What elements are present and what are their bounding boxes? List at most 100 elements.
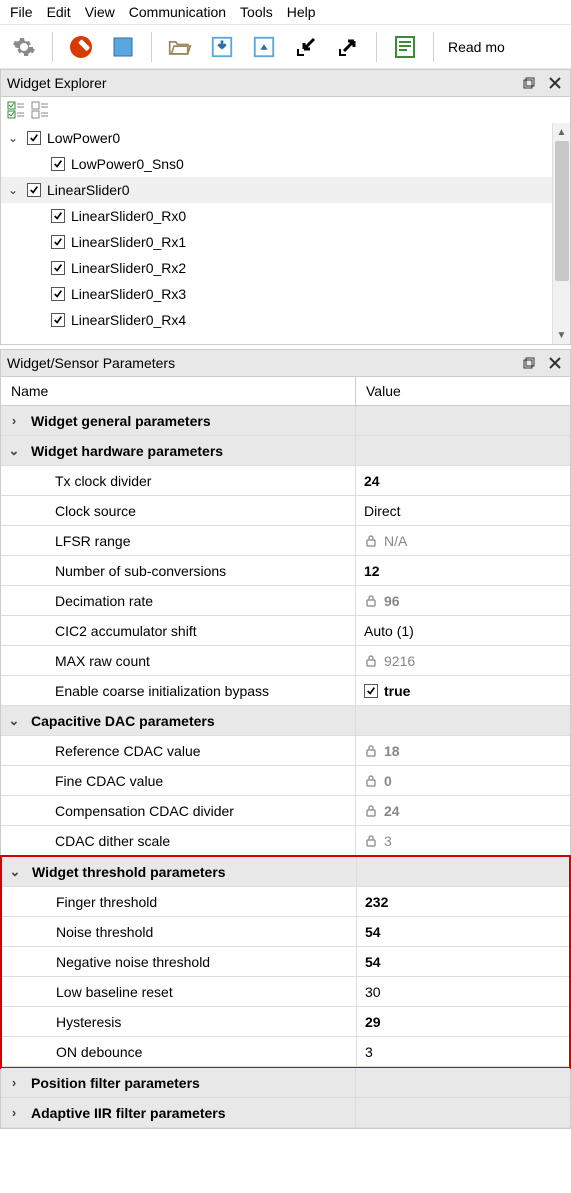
param-value: 3	[384, 833, 392, 849]
param-row[interactable]: Low baseline reset 30	[2, 977, 569, 1007]
param-group[interactable]: ⌄Widget threshold parameters	[2, 857, 569, 887]
param-value[interactable]: Direct	[364, 503, 401, 519]
read-more-link[interactable]: Read mo	[444, 39, 509, 55]
widget-tree[interactable]: ⌄LowPower0·LowPower0_Sns0⌄LinearSlider0·…	[0, 123, 571, 345]
param-value[interactable]: 24	[364, 473, 380, 489]
param-label: Number of sub-conversions	[27, 563, 226, 579]
explorer-toolbar	[0, 97, 571, 123]
checkbox[interactable]	[364, 684, 378, 698]
menu-file[interactable]: File	[10, 4, 33, 20]
checkbox[interactable]	[51, 235, 65, 249]
tree-item[interactable]: ⌄ LowPower0	[1, 125, 570, 151]
param-row[interactable]: Negative noise threshold54	[2, 947, 569, 977]
tree-item[interactable]: ·LowPower0_Sns0	[1, 151, 570, 177]
param-row[interactable]: Finger threshold232	[2, 887, 569, 917]
menu-communication[interactable]: Communication	[129, 4, 226, 20]
menu-view[interactable]: View	[85, 4, 115, 20]
checkbox[interactable]	[27, 183, 41, 197]
close-icon[interactable]	[546, 74, 564, 92]
param-label: LFSR range	[27, 533, 130, 549]
param-row[interactable]: Clock sourceDirect	[1, 496, 570, 526]
close-icon[interactable]	[546, 354, 564, 372]
param-row[interactable]: CIC2 accumulator shift Auto (1)	[1, 616, 570, 646]
checkbox[interactable]	[51, 287, 65, 301]
checkbox[interactable]	[51, 209, 65, 223]
param-row[interactable]: Reference CDAC value 18	[1, 736, 570, 766]
param-row[interactable]: LFSR range N/A	[1, 526, 570, 556]
gear-icon[interactable]	[6, 29, 42, 65]
scrollbar[interactable]: ▲ ▼	[552, 123, 570, 344]
param-value[interactable]: 232	[365, 894, 388, 910]
param-group[interactable]: ⌄Widget hardware parameters	[1, 436, 570, 466]
expander-icon[interactable]: ⌄	[5, 713, 23, 729]
param-row[interactable]: Compensation CDAC divider 24	[1, 796, 570, 826]
group-value	[357, 857, 569, 886]
upload-icon[interactable]	[246, 29, 282, 65]
checkbox[interactable]	[51, 157, 65, 171]
param-row[interactable]: Hysteresis29	[2, 1007, 569, 1037]
tree-item[interactable]: ·LinearSlider0_Rx2	[1, 255, 570, 281]
scroll-down-icon[interactable]: ▼	[553, 326, 570, 344]
param-value[interactable]: 12	[364, 563, 380, 579]
menu-help[interactable]: Help	[287, 4, 316, 20]
tree-item[interactable]: ·LinearSlider0_Rx1	[1, 229, 570, 255]
param-value[interactable]: 54	[365, 954, 381, 970]
uncheck-all-icon[interactable]	[31, 101, 49, 119]
checkbox[interactable]	[27, 131, 41, 145]
scroll-thumb[interactable]	[555, 141, 569, 281]
param-group[interactable]: ›Widget general parameters	[1, 406, 570, 436]
expander-icon[interactable]: ⌄	[5, 131, 21, 145]
col-value[interactable]: Value	[356, 377, 570, 405]
expander-icon[interactable]: ⌄	[5, 443, 23, 459]
param-value[interactable]: 3	[365, 1044, 373, 1060]
scroll-up-icon[interactable]: ▲	[553, 123, 570, 141]
expander-icon[interactable]: ⌄	[5, 183, 21, 197]
tree-item[interactable]: ·LinearSlider0_Rx3	[1, 281, 570, 307]
param-row[interactable]: CDAC dither scale 3	[1, 826, 570, 856]
params-grid: Name Value ›Widget general parameters⌄Wi…	[0, 377, 571, 1129]
menu-tools[interactable]: Tools	[240, 4, 273, 20]
param-group[interactable]: ⌄Capacitive DAC parameters	[1, 706, 570, 736]
param-label: CIC2 accumulator shift	[27, 623, 197, 639]
param-group[interactable]: ›Adaptive IIR filter parameters	[1, 1098, 570, 1128]
param-row[interactable]: ON debounce3	[2, 1037, 569, 1067]
param-row[interactable]: Tx clock divider24	[1, 466, 570, 496]
expander-icon[interactable]: ›	[5, 1075, 23, 1090]
stop-square-icon[interactable]	[105, 29, 141, 65]
expander-icon[interactable]: ⌄	[6, 864, 24, 880]
param-value: 24	[384, 803, 400, 819]
param-row[interactable]: Number of sub-conversions 12	[1, 556, 570, 586]
param-label: Compensation CDAC divider	[27, 803, 234, 819]
expander-icon[interactable]: ›	[5, 413, 23, 428]
param-value[interactable]: Auto (1)	[364, 623, 414, 639]
param-row[interactable]: Fine CDAC value 0	[1, 766, 570, 796]
import-arrow-icon[interactable]	[288, 29, 324, 65]
tree-label: LinearSlider0_Rx0	[71, 208, 186, 224]
download-icon[interactable]	[204, 29, 240, 65]
param-row[interactable]: Noise threshold54	[2, 917, 569, 947]
checkbox[interactable]	[51, 313, 65, 327]
tree-item[interactable]: ·LinearSlider0_Rx0	[1, 203, 570, 229]
param-group[interactable]: ›Position filter parameters	[1, 1068, 570, 1098]
folder-open-icon[interactable]	[162, 29, 198, 65]
expander-icon[interactable]: ›	[5, 1105, 23, 1120]
menu-edit[interactable]: Edit	[47, 4, 71, 20]
param-label: Low baseline reset	[28, 984, 173, 1000]
document-lines-icon[interactable]	[387, 29, 423, 65]
restore-icon[interactable]	[520, 354, 538, 372]
tree-label: LowPower0	[47, 130, 120, 146]
param-value[interactable]: 30	[365, 984, 381, 1000]
restore-icon[interactable]	[520, 74, 538, 92]
no-entry-icon[interactable]	[63, 29, 99, 65]
tree-item[interactable]: ⌄LinearSlider0	[1, 177, 570, 203]
checkbox[interactable]	[51, 261, 65, 275]
param-row[interactable]: Decimation rate 96	[1, 586, 570, 616]
param-row[interactable]: MAX raw count 9216	[1, 646, 570, 676]
param-value[interactable]: 54	[365, 924, 381, 940]
tree-item[interactable]: ·LinearSlider0_Rx4	[1, 307, 570, 333]
param-row[interactable]: Enable coarse initialization bypass true	[1, 676, 570, 706]
param-value[interactable]: 29	[365, 1014, 381, 1030]
export-arrow-icon[interactable]	[330, 29, 366, 65]
check-all-icon[interactable]	[7, 101, 25, 119]
col-name[interactable]: Name	[1, 377, 356, 405]
